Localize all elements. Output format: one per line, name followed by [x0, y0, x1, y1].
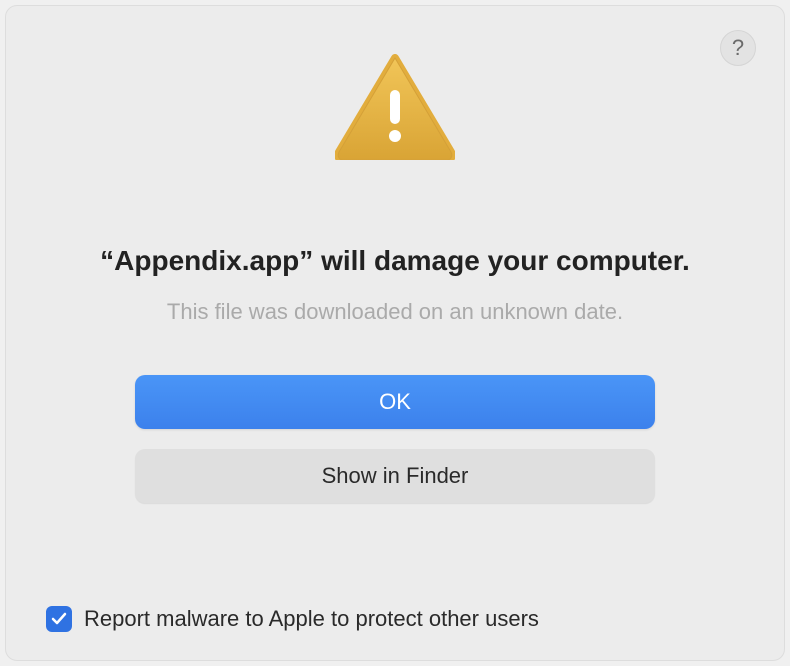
ok-button[interactable]: OK	[135, 375, 655, 429]
ok-button-label: OK	[379, 389, 411, 415]
warning-icon	[335, 54, 455, 165]
report-malware-checkbox[interactable]	[46, 606, 72, 632]
dialog-subtext: This file was downloaded on an unknown d…	[167, 299, 623, 325]
show-in-finder-label: Show in Finder	[322, 463, 469, 489]
help-icon-label: ?	[732, 35, 744, 61]
help-button[interactable]: ?	[720, 30, 756, 66]
report-malware-label: Report malware to Apple to protect other…	[84, 606, 539, 632]
checkmark-icon	[50, 610, 68, 628]
gatekeeper-dialog: ? “Appendix.app” will damage your comput…	[5, 5, 785, 661]
dialog-heading: “Appendix.app” will damage your computer…	[100, 245, 690, 277]
show-in-finder-button[interactable]: Show in Finder	[135, 449, 655, 503]
button-stack: OK Show in Finder	[135, 375, 655, 503]
report-malware-row: Report malware to Apple to protect other…	[46, 606, 539, 632]
